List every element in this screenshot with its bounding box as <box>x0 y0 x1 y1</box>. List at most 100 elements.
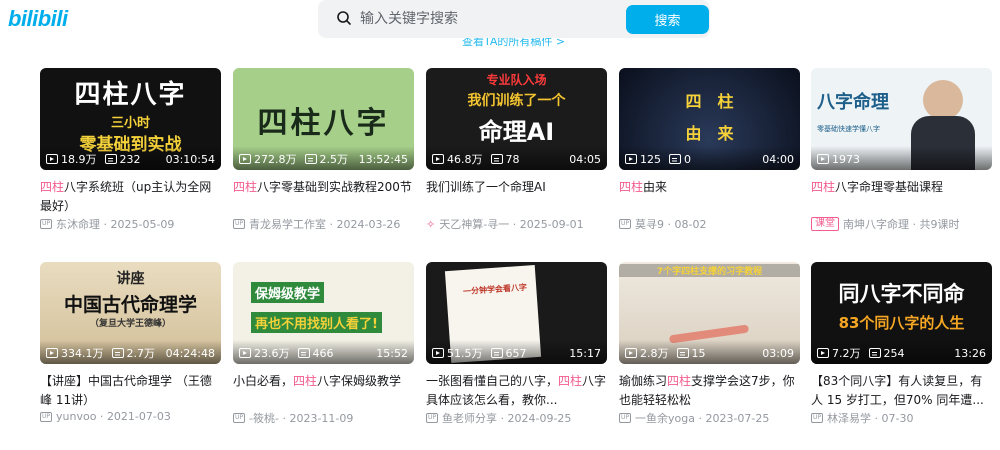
danmaku-icon <box>104 154 117 164</box>
video-thumbnail[interactable]: 同八字不同命 83个同八字的人生 7.2万 254 13:26 <box>811 262 992 364</box>
video-title[interactable]: 【83个同八字】有人读复旦，有人 15 岁打工，但70% 同年遭... <box>811 372 992 410</box>
up-icon: UP <box>619 413 631 423</box>
view-count: 7.2万 <box>832 347 861 360</box>
author-name[interactable]: 天乙神算-寻一 <box>439 216 509 232</box>
video-meta: UP -筱桃- · 2023-11-09 <box>233 410 354 426</box>
video-stats: 1973 <box>817 152 986 166</box>
thumbnail-text: 八字命理 <box>817 92 889 113</box>
publish-date: 2025-05-09 <box>110 217 175 231</box>
video-thumbnail[interactable]: 四 柱 由 来 125 0 04:00 <box>619 68 800 170</box>
author-name[interactable]: 鱼老师分享 <box>442 410 497 426</box>
video-meta: UP 青龙易学工作室 · 2024-03-26 <box>233 216 401 232</box>
lesson-count: 共9课时 <box>919 218 960 231</box>
video-title[interactable]: 四柱由来 <box>619 178 800 197</box>
presenter-figure <box>923 80 963 120</box>
author-name[interactable]: yunvoo <box>56 410 96 423</box>
video-stats: 7.2万 254 13:26 <box>817 346 986 360</box>
play-count-icon <box>239 154 251 164</box>
danmaku-icon <box>669 154 681 164</box>
video-duration: 04:05 <box>569 152 601 166</box>
video-stats: 51.5万 657 15:17 <box>432 346 601 360</box>
video-title[interactable]: 四柱八字命理零基础课程 <box>811 178 992 197</box>
search-button[interactable]: 搜索 <box>626 5 709 34</box>
video-thumbnail[interactable]: 保姆级教学 再也不用找别人看了! 23.6万 466 15:52 <box>233 262 414 364</box>
view-count: 18.9万 <box>61 153 97 166</box>
up-icon: UP <box>233 219 245 229</box>
video-duration: 15:52 <box>376 346 408 360</box>
publish-date: 2021-07-03 <box>106 410 171 423</box>
video-duration: 13:52:45 <box>358 152 408 166</box>
danmaku-count: 232 <box>119 152 141 166</box>
play-count-icon <box>817 348 829 358</box>
video-duration: 03:09 <box>762 346 794 360</box>
author-name[interactable]: -筱桃- <box>249 410 279 426</box>
video-title[interactable]: 【讲座】中国古代命理学 （王德峰 11讲） <box>40 372 221 410</box>
view-all-link[interactable]: 查看TA的所有稿件 > <box>462 38 565 50</box>
video-duration: 13:26 <box>954 346 986 360</box>
thumbnail-text: 专业队入场 <box>486 73 547 87</box>
video-title[interactable]: 四柱八字零基础到实战教程200节 <box>233 178 414 197</box>
video-stats: 23.6万 466 15:52 <box>239 346 408 360</box>
up-icon: UP <box>619 219 631 229</box>
thumbnail-text: 四柱八字 <box>257 106 390 141</box>
publish-date: 08-02 <box>674 217 707 231</box>
publish-date: 07-30 <box>881 411 914 425</box>
video-thumbnail[interactable]: 一分钟学会看八字 51.5万 657 15:17 <box>426 262 607 364</box>
video-title[interactable]: 小白必看，四柱八字保姆级教学 <box>233 372 414 391</box>
play-count-icon <box>625 348 637 358</box>
bilibili-logo[interactable]: bilibili <box>8 6 68 32</box>
author-name[interactable]: 一鱼余yoga <box>635 410 695 426</box>
author-name[interactable]: 青龙易学工作室 <box>249 216 326 232</box>
danmaku-icon <box>304 154 317 164</box>
play-count-icon <box>432 154 444 164</box>
video-title[interactable]: 瑜伽练习四柱支撑学会这7步，你也能轻轻松松 <box>619 372 800 410</box>
spark-icon: ✧ <box>426 217 436 231</box>
view-count: 125 <box>640 152 661 166</box>
video-thumbnail[interactable]: 四柱八字 三小时 零基础到实战 18.9万 232 03:10:54 <box>40 68 221 170</box>
search-input[interactable] <box>360 5 620 33</box>
video-title[interactable]: 四柱八字系统班（up主认为全网最好） <box>40 178 221 216</box>
up-icon: UP <box>811 413 823 423</box>
up-icon: UP <box>233 413 245 423</box>
video-stats: 46.8万 78 04:05 <box>432 152 601 166</box>
video-duration: 04:24:48 <box>165 346 215 360</box>
video-stats: 334.1万 2.7万 04:24:48 <box>46 346 215 360</box>
video-thumbnail[interactable]: 专业队入场 我们训练了一个 命理AI 46.8万 78 04:05 <box>426 68 607 170</box>
video-thumbnail[interactable]: 7个字四柱支撑的习字教程 2.8万 15 03:09 <box>619 262 800 364</box>
danmaku-icon <box>111 348 124 358</box>
video-duration: 15:17 <box>569 346 601 360</box>
play-count-icon <box>46 348 58 358</box>
danmaku-count: 15 <box>691 346 706 360</box>
video-title[interactable]: 我们训练了一个命理AI <box>426 178 607 197</box>
video-meta: UP 东沐命理 · 2025-05-09 <box>40 216 175 232</box>
author-name[interactable]: 东沐命理 <box>56 216 100 232</box>
up-icon: UP <box>40 219 52 229</box>
view-count: 23.6万 <box>254 347 290 360</box>
video-stats: 272.8万 2.5万 13:52:45 <box>239 152 408 166</box>
publish-date: 2025-09-01 <box>519 217 584 231</box>
thumbnail-text: 中国古代命理学 <box>63 294 197 316</box>
thumbnail-text: 同八字不同命 <box>838 282 965 306</box>
video-thumbnail[interactable]: 八字命理 零基础快速学懂八字 1973 <box>811 68 992 170</box>
thumbnail-text: 我们训练了一个 <box>467 93 566 109</box>
publish-date: 2023-07-25 <box>705 411 770 425</box>
author-name[interactable]: 南坤八字命理 <box>843 216 909 232</box>
play-count-icon <box>817 154 829 164</box>
thumbnail-text: （复旦大学王德峰） <box>89 319 171 329</box>
video-thumbnail[interactable]: 四柱八字 272.8万 2.5万 13:52:45 <box>233 68 414 170</box>
video-duration: 03:10:54 <box>165 152 215 166</box>
video-title[interactable]: 一张图看懂自己的八字，四柱八字具体应该怎么看，教你... <box>426 372 607 410</box>
danmaku-icon <box>676 348 689 358</box>
play-count-icon <box>239 348 251 358</box>
thumbnail-text: 讲座 <box>116 271 145 287</box>
video-thumbnail[interactable]: 讲座 中国古代命理学 （复旦大学王德峰） 334.1万 2.7万 04:24:4… <box>40 262 221 364</box>
video-stats: 2.8万 15 03:09 <box>625 346 794 360</box>
thumbnail-text: 命理AI <box>478 118 555 146</box>
author-name[interactable]: 林泽易学 <box>827 410 871 426</box>
video-meta: UP 林泽易学 · 07-30 <box>811 410 914 426</box>
video-stats: 125 0 04:00 <box>625 152 794 166</box>
author-name[interactable]: 莫寻9 <box>635 216 664 232</box>
thumbnail-text: 四柱八字 <box>74 80 187 110</box>
danmaku-count: 78 <box>505 152 520 166</box>
video-meta: UP yunvoo · 2021-07-03 <box>40 410 171 423</box>
